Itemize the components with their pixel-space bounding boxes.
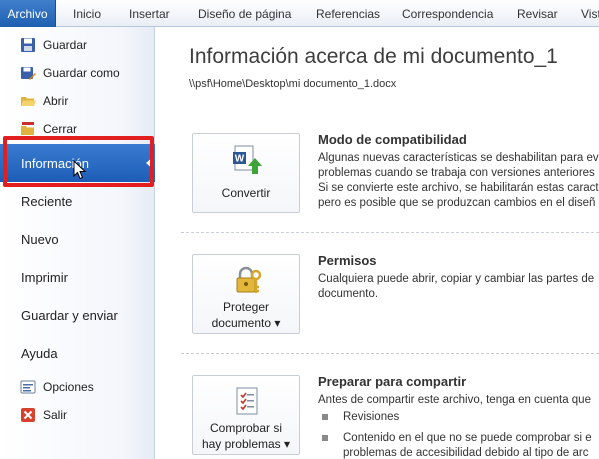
tab-inicio[interactable]: Inicio	[73, 0, 101, 27]
convert-document-icon: W	[233, 145, 262, 174]
nav-nuevo[interactable]: Nuevo	[0, 220, 155, 258]
nav-imprimir[interactable]: Imprimir	[0, 258, 155, 296]
proteger-button-label-1: Proteger	[222, 300, 270, 314]
save-as-icon	[21, 67, 36, 80]
preparar-heading: Preparar para compartir	[318, 374, 467, 389]
section-divider	[181, 353, 599, 354]
cerrar-command[interactable]: Cerrar	[0, 116, 155, 142]
tab-insertar[interactable]: Insertar	[129, 0, 170, 27]
bullet-marker	[322, 435, 328, 441]
nav-guardar-y-enviar[interactable]: Guardar y enviar	[0, 296, 155, 334]
salir-command[interactable]: Salir	[0, 402, 155, 428]
tab-referencias[interactable]: Referencias	[316, 0, 380, 27]
open-folder-icon	[21, 97, 36, 106]
abrir-label: Abrir	[43, 94, 69, 108]
guardar-label: Guardar	[43, 38, 88, 52]
tab-diseno-de-pagina[interactable]: Diseño de página	[198, 0, 291, 27]
compatibility-text-4: pero es posible que se produzcan cambios…	[318, 197, 596, 209]
svg-text:W: W	[235, 154, 245, 165]
nav-ayuda-label: Ayuda	[21, 345, 58, 361]
compatibility-text-2: problemas cuando se trabaja con versione…	[318, 167, 595, 179]
nav-reciente[interactable]: Reciente	[0, 182, 155, 220]
bullet-contenido: Contenido en el que no se puede comproba…	[343, 432, 592, 444]
bullet-marker	[322, 414, 328, 420]
abrir-command[interactable]: Abrir	[0, 88, 155, 114]
cerrar-label: Cerrar	[43, 122, 78, 136]
comprobar-problemas-button[interactable]: Comprobar si hay problemas ▾	[192, 375, 300, 455]
salir-label: Salir	[43, 408, 68, 422]
comprobar-button-label-2: hay problemas ▾	[201, 437, 291, 451]
compatibility-text-1: Algunas nuevas características se deshab…	[318, 152, 599, 164]
permisos-heading: Permisos	[318, 253, 377, 268]
proteger-documento-button[interactable]: Proteger documento ▾	[192, 254, 300, 334]
bullet-contenido-continuation: problemas de accesibilidad debido al tip…	[343, 447, 589, 459]
tab-correspondencia[interactable]: Correspondencia	[402, 0, 493, 27]
opciones-command[interactable]: Opciones	[0, 374, 155, 400]
save-icon	[21, 38, 35, 52]
file-path: \\psf\Home\Desktop\mi documento_1.docx	[189, 78, 397, 90]
inspect-document-icon	[236, 387, 258, 415]
preparar-text-1: Antes de compartir este archivo, tenga e…	[318, 394, 591, 406]
bullet-revisiones: Revisiones	[343, 411, 400, 423]
nav-reciente-label: Reciente	[21, 193, 73, 209]
compatibility-text-3: Si se convierte este archivo, se habilit…	[318, 182, 599, 194]
guardar-como-label: Guardar como	[43, 66, 120, 80]
comprobar-button-label-1: Comprobar si	[209, 421, 283, 435]
nav-guardar-y-enviar-label: Guardar y enviar	[21, 307, 118, 323]
permisos-text-1: Cualquiera puede abrir, copiar y cambiar…	[318, 273, 595, 285]
proteger-button-label-2: documento ▾	[211, 316, 281, 330]
page-title: Información acerca de mi documento_1	[189, 45, 558, 68]
guardar-como-command[interactable]: Guardar como	[0, 60, 155, 86]
convertir-button[interactable]: W Convertir	[192, 133, 300, 213]
options-icon	[20, 380, 36, 394]
compatibility-heading: Modo de compatibilidad	[318, 132, 467, 147]
guardar-command[interactable]: Guardar	[0, 32, 155, 58]
exit-icon	[21, 408, 35, 422]
tab-revisar[interactable]: Revisar	[517, 0, 558, 27]
opciones-label: Opciones	[43, 380, 94, 394]
nav-nuevo-label: Nuevo	[21, 231, 59, 247]
section-divider	[181, 232, 599, 233]
nav-imprimir-label: Imprimir	[21, 269, 68, 285]
backstage-nav-pane: Guardar Guardar como Abrir Cerrar Inform…	[0, 27, 155, 459]
nav-ayuda[interactable]: Ayuda	[0, 334, 155, 372]
tab-vista[interactable]: Vist	[581, 0, 599, 27]
permisos-text-2: documento.	[318, 288, 379, 300]
lock-key-icon	[236, 266, 262, 293]
tab-archivo[interactable]: Archivo	[0, 0, 56, 27]
mouse-cursor-icon	[73, 160, 87, 180]
ribbon-tab-bar: Archivo Inicio Insertar Diseño de página…	[0, 0, 599, 27]
convertir-button-label: Convertir	[221, 186, 271, 200]
close-folder-icon	[21, 122, 34, 135]
